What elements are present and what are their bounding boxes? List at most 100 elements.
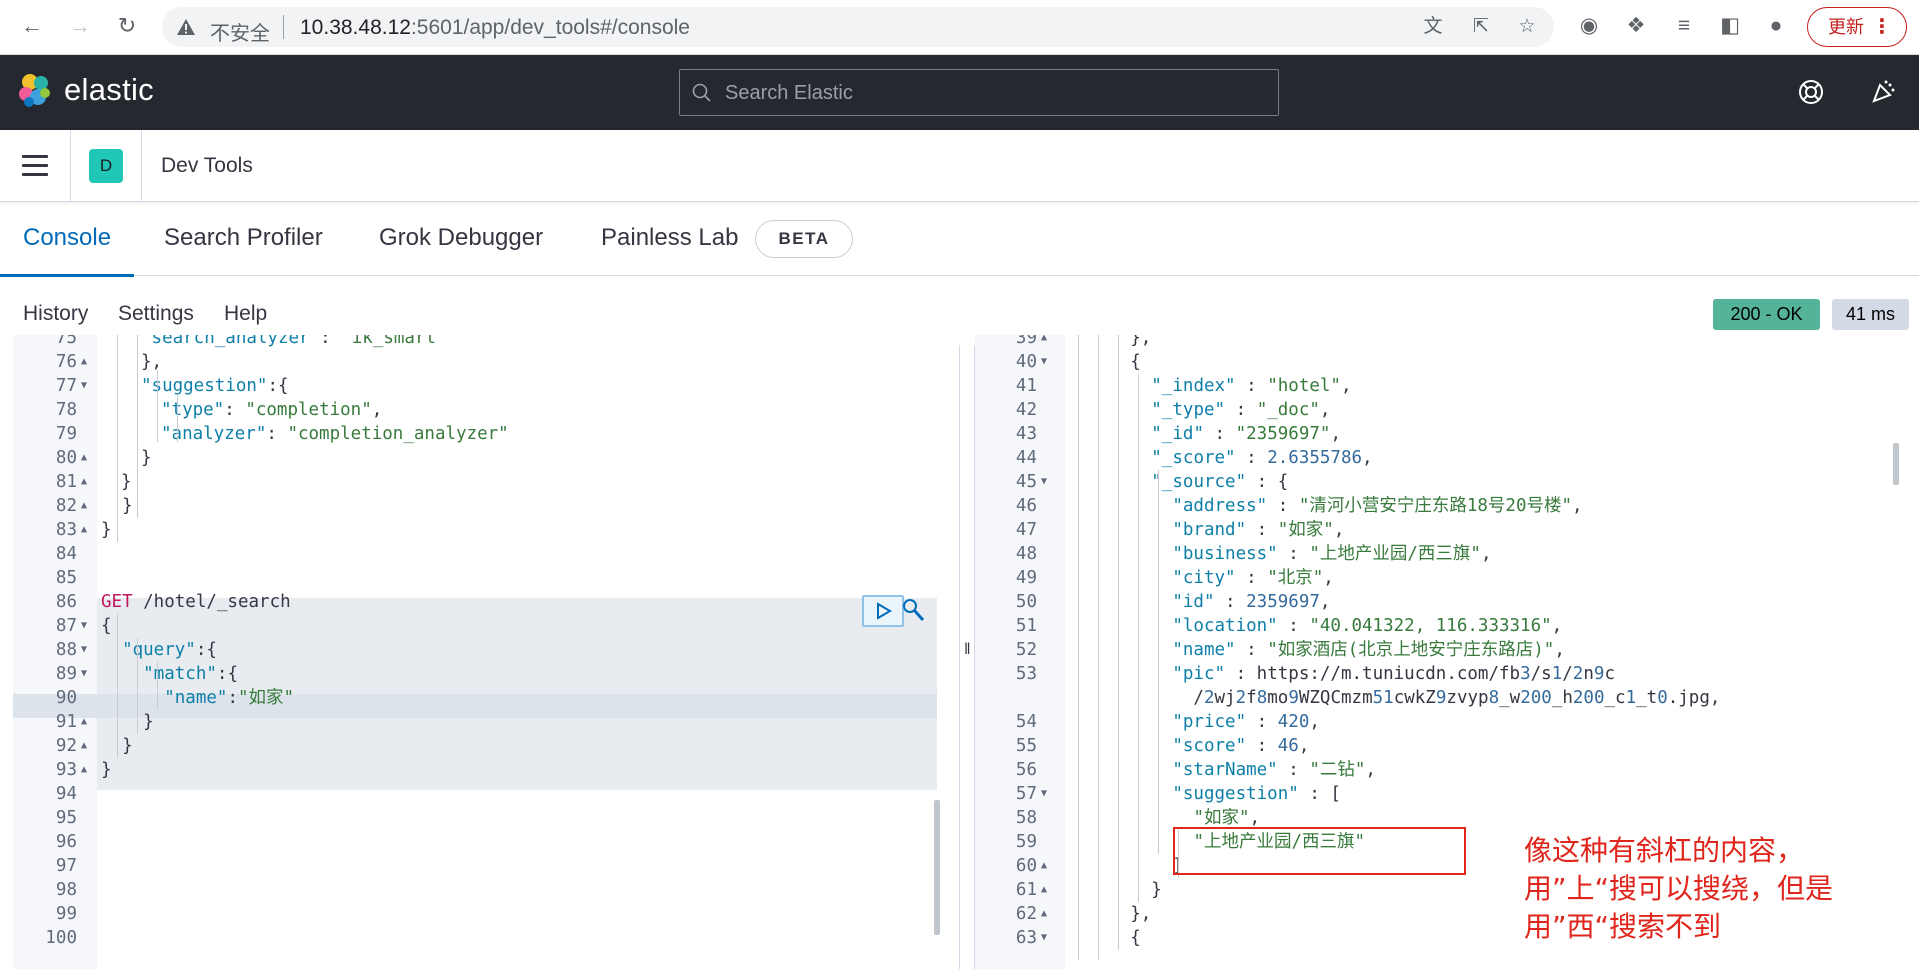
request-fold-toggle-icon[interactable]: ▼ [81,638,87,662]
translate-icon[interactable]: 文 [1422,16,1444,38]
response-code-line: "_type" : "_doc", [1151,400,1331,420]
search-input[interactable] [725,79,1265,107]
request-scrollbar[interactable] [934,800,940,935]
help-lifebuoy-icon[interactable] [1796,77,1826,107]
breadcrumb-divider [141,130,142,202]
tab-console[interactable]: Console [0,224,135,277]
page-title[interactable]: Dev Tools [161,154,253,178]
response-fold-toggle-icon[interactable]: ▼ [1041,926,1047,950]
response-line-number: 60 [1015,856,1037,876]
request-fold-toggle-icon[interactable]: ▲ [81,470,87,494]
pane-resizer[interactable]: ‖ [959,345,975,969]
request-line-number: 80 [55,448,77,468]
request-code-line: }, [141,352,163,372]
send-request-button[interactable] [862,595,904,627]
request-line-number: 86 [55,592,77,612]
request-code-line: } [101,712,154,732]
history-link[interactable]: History [23,302,88,326]
request-fold-toggle-icon[interactable]: ▲ [81,446,87,470]
global-search[interactable] [679,69,1279,116]
request-line-number: 77 [55,376,77,396]
forward-arrow-icon[interactable]: → [65,11,95,41]
response-fold-toggle-icon[interactable]: ▲ [1041,854,1047,878]
response-scrollbar[interactable] [1893,443,1899,485]
request-fold-toggle-icon[interactable]: ▲ [81,494,87,518]
url-host: 10.38.48.12 [300,16,411,39]
bookmark-star-icon[interactable]: ☆ [1516,16,1538,38]
request-line-number: 94 [55,784,77,804]
tab-search-profiler[interactable]: Search Profiler [164,224,323,276]
response-indent-guide [1098,335,1099,960]
tab-painless-lab[interactable]: Painless Lab [601,224,738,276]
response-line-number: 54 [1015,712,1037,732]
update-button[interactable]: 更新 ⋮ [1807,7,1907,47]
response-fold-toggle-icon[interactable]: ▼ [1041,470,1047,494]
request-indent-guide [137,638,138,734]
elastic-logo[interactable] [16,72,54,110]
request-fold-toggle-icon[interactable]: ▲ [81,734,87,758]
wrench-settings-icon[interactable] [902,598,926,624]
resizer-handle-icon[interactable]: ‖ [964,641,971,659]
request-line-number: 97 [55,856,77,876]
request-fold-toggle-icon[interactable]: ▲ [81,758,87,782]
response-fold-toggle-icon[interactable]: ▲ [1041,902,1047,926]
response-code-line: "_score" : 2.6355786, [1151,448,1373,468]
breadcrumb-bar: D Dev Tools [0,130,1919,202]
tab-grok-debugger[interactable]: Grok Debugger [379,224,543,276]
request-fold-toggle-icon[interactable]: ▲ [81,710,87,734]
request-line-number: 82 [55,496,77,516]
request-line-number: 87 [55,616,77,636]
request-line-number: 78 [55,400,77,420]
puzzle-extensions-icon[interactable]: ❖ [1622,12,1650,40]
response-line-number: 61 [1015,880,1037,900]
request-fold-toggle-icon[interactable]: ▼ [81,614,87,638]
request-fold-toggle-icon[interactable]: ▼ [81,374,87,398]
request-fold-toggle-icon[interactable]: ▲ [81,350,87,374]
more-vert-icon[interactable]: ⋮ [1872,8,1892,46]
response-code-line: "suggestion" : [ [1172,784,1341,804]
response-code-line: }, [1067,335,1152,348]
response-fold-toggle-icon[interactable]: ▲ [1041,878,1047,902]
warning-icon [177,19,195,35]
url-text[interactable]: 10.38.48.12:5601/app/dev_tools#/console [300,16,690,40]
request-code-line: "type": "completion", [161,400,383,420]
response-indent-guide [1078,335,1079,960]
reading-list-icon[interactable]: ≡ [1670,12,1698,40]
space-avatar[interactable]: D [89,149,123,183]
settings-link[interactable]: Settings [118,302,194,326]
share-icon[interactable]: ⇱ [1470,16,1492,38]
extension-e-icon[interactable]: ◉ [1575,12,1603,40]
help-link[interactable]: Help [224,302,267,326]
response-fold-toggle-icon[interactable]: ▲ [1041,335,1047,350]
update-label: 更新 [1828,17,1864,37]
request-code-line: } [121,472,132,492]
response-line-number: 47 [1015,520,1037,540]
response-code-line: "pic" : https://m.tuniucdn.com/fb3/s1/2n… [1172,664,1615,684]
request-code-line: "analyzer": "completion_analyzer" [161,424,509,444]
request-line-number: 96 [55,832,77,852]
request-indent-guide [157,662,158,710]
profile-avatar-icon[interactable]: ● [1762,12,1790,40]
request-fold-toggle-icon[interactable]: ▲ [81,518,87,542]
reload-icon[interactable]: ↻ [112,11,142,41]
request-fold-toggle-icon[interactable]: ▼ [81,662,87,686]
response-line-number: 55 [1015,736,1037,756]
side-panel-icon[interactable]: ◧ [1716,12,1744,40]
dev-tools-tabs: Console Search Profiler Grok Debugger Pa… [0,208,1919,277]
address-bar[interactable]: 不安全 10.38.48.12:5601/app/dev_tools#/cons… [162,7,1554,47]
news-feed-icon[interactable] [1868,77,1898,107]
response-code-line: "_index" : "hotel", [1151,376,1352,396]
response-code-line: "starName" : "二钻", [1172,760,1376,780]
response-code-line: "address" : "清河小营安宁庄东路18号20号楼", [1172,496,1583,516]
request-line-number: 79 [55,424,77,444]
back-arrow-icon[interactable]: ← [17,11,47,41]
response-code-line: } [1067,880,1162,900]
response-line-number: 53 [1015,664,1037,684]
hamburger-menu-icon[interactable] [22,155,48,177]
response-fold-toggle-icon[interactable]: ▼ [1041,782,1047,806]
response-line-number: 45 [1015,472,1037,492]
request-editor[interactable]: 75 "search_analyzer": "ik_smart" 76 ▲}, 77 ▼ "… [13,335,959,969]
request-code-line: } [141,448,152,468]
response-fold-toggle-icon[interactable]: ▼ [1041,350,1047,374]
elastic-wordmark: elastic [64,72,154,107]
